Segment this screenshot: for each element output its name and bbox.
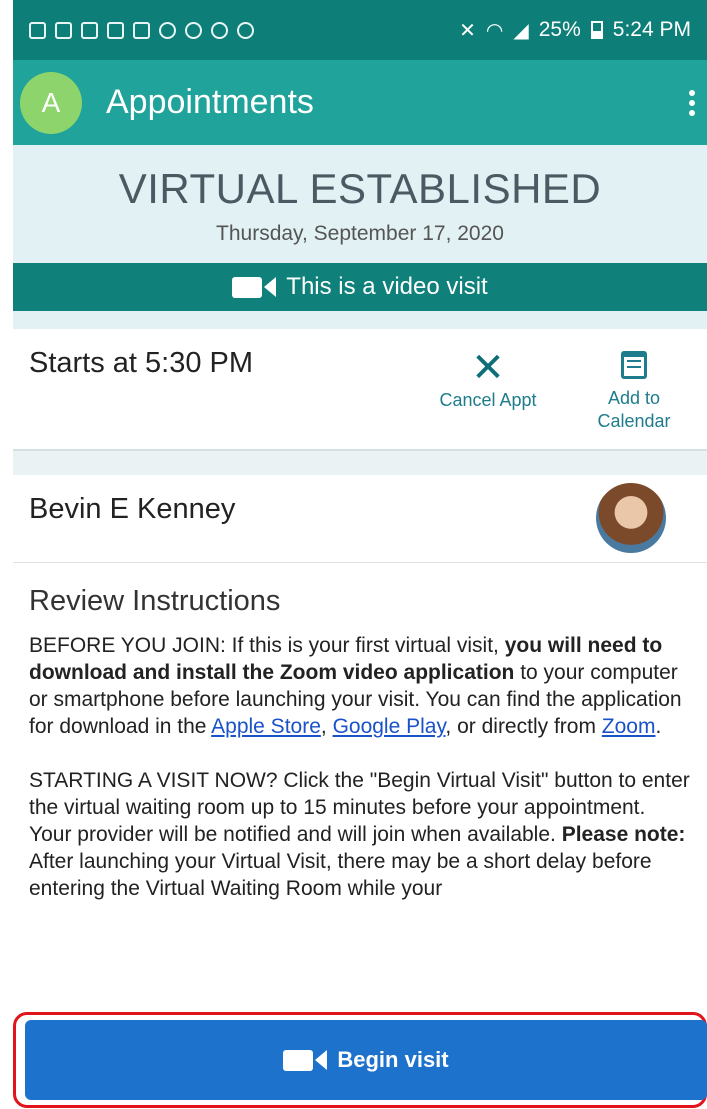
notification-icons xyxy=(29,21,254,39)
gallery-notification-icon xyxy=(133,21,150,39)
clock: 5:24 PM xyxy=(612,18,691,41)
app-title: Appointments xyxy=(106,83,314,121)
account-avatar[interactable]: A xyxy=(20,71,82,134)
add-to-calendar-label-line2: Calendar xyxy=(597,411,671,432)
calendar-icon xyxy=(621,351,647,379)
begin-visit-label: Begin visit xyxy=(337,1047,449,1072)
provider-row: Bevin E Kenney xyxy=(13,475,707,563)
person-notification-icon xyxy=(185,21,202,39)
bag-notification-icon xyxy=(159,21,176,39)
appointment-time-card: Starts at 5:30 PM ✕ Cancel Appt Add to C… xyxy=(13,329,707,451)
spacer xyxy=(13,311,707,329)
mail-notification-icon xyxy=(55,21,72,39)
add-to-calendar-button[interactable]: Add to Calendar xyxy=(579,347,689,434)
mute-icon: ✕ xyxy=(459,19,476,42)
instructions-section: Review Instructions BEFORE YOU JOIN: If … xyxy=(13,563,707,1009)
video-visit-text: This is a video visit xyxy=(286,273,488,300)
provider-avatar xyxy=(596,483,666,553)
instructions-title: Review Instructions xyxy=(29,585,281,617)
app-notification-icon xyxy=(107,21,124,39)
wifi-icon: ◠ xyxy=(485,19,504,42)
instructions-paragraph-2: STARTING A VISIT NOW? Click the "Begin V… xyxy=(29,769,690,900)
image-notification-icon xyxy=(29,21,46,39)
mail-notification-icon xyxy=(81,21,98,39)
spacer xyxy=(13,451,707,475)
shield-notification-icon xyxy=(237,21,254,39)
video-visit-banner: This is a video visit xyxy=(13,263,707,311)
close-icon: ✕ xyxy=(471,346,505,390)
google-play-link[interactable]: Google Play xyxy=(333,715,446,738)
zoom-link[interactable]: Zoom xyxy=(602,715,656,738)
add-to-calendar-label-line1: Add to xyxy=(607,388,661,408)
signal-icon: ◢ xyxy=(513,19,529,42)
status-bar: ✕ ◠ ◢ 25% 5:24 PM xyxy=(13,0,707,60)
apple-store-link[interactable]: Apple Store xyxy=(211,715,321,738)
app-bar: A Appointments xyxy=(13,60,707,145)
begin-visit-button[interactable]: Begin visit xyxy=(25,1020,707,1100)
instructions-paragraph-1: BEFORE YOU JOIN: If this is your first v… xyxy=(29,634,682,738)
cancel-appt-button[interactable]: ✕ Cancel Appt xyxy=(413,347,563,412)
shield-notification-icon xyxy=(211,21,228,39)
battery-percent: 25% xyxy=(538,18,581,41)
cancel-appt-label: Cancel Appt xyxy=(439,390,537,410)
provider-name: Bevin E Kenney xyxy=(29,493,236,525)
avatar-letter: A xyxy=(41,86,61,118)
visit-type: VIRTUAL ESTABLISHED xyxy=(118,165,602,212)
visit-header: VIRTUAL ESTABLISHED Thursday, September … xyxy=(13,145,707,263)
system-status: ✕ ◠ ◢ 25% 5:24 PM xyxy=(459,18,691,43)
start-time: Starts at 5:30 PM xyxy=(29,347,254,379)
video-camera-icon xyxy=(283,1049,328,1071)
visit-date: Thursday, September 17, 2020 xyxy=(216,222,504,245)
video-camera-icon xyxy=(232,276,277,298)
overflow-menu-icon[interactable] xyxy=(685,89,699,116)
battery-icon xyxy=(590,21,603,39)
